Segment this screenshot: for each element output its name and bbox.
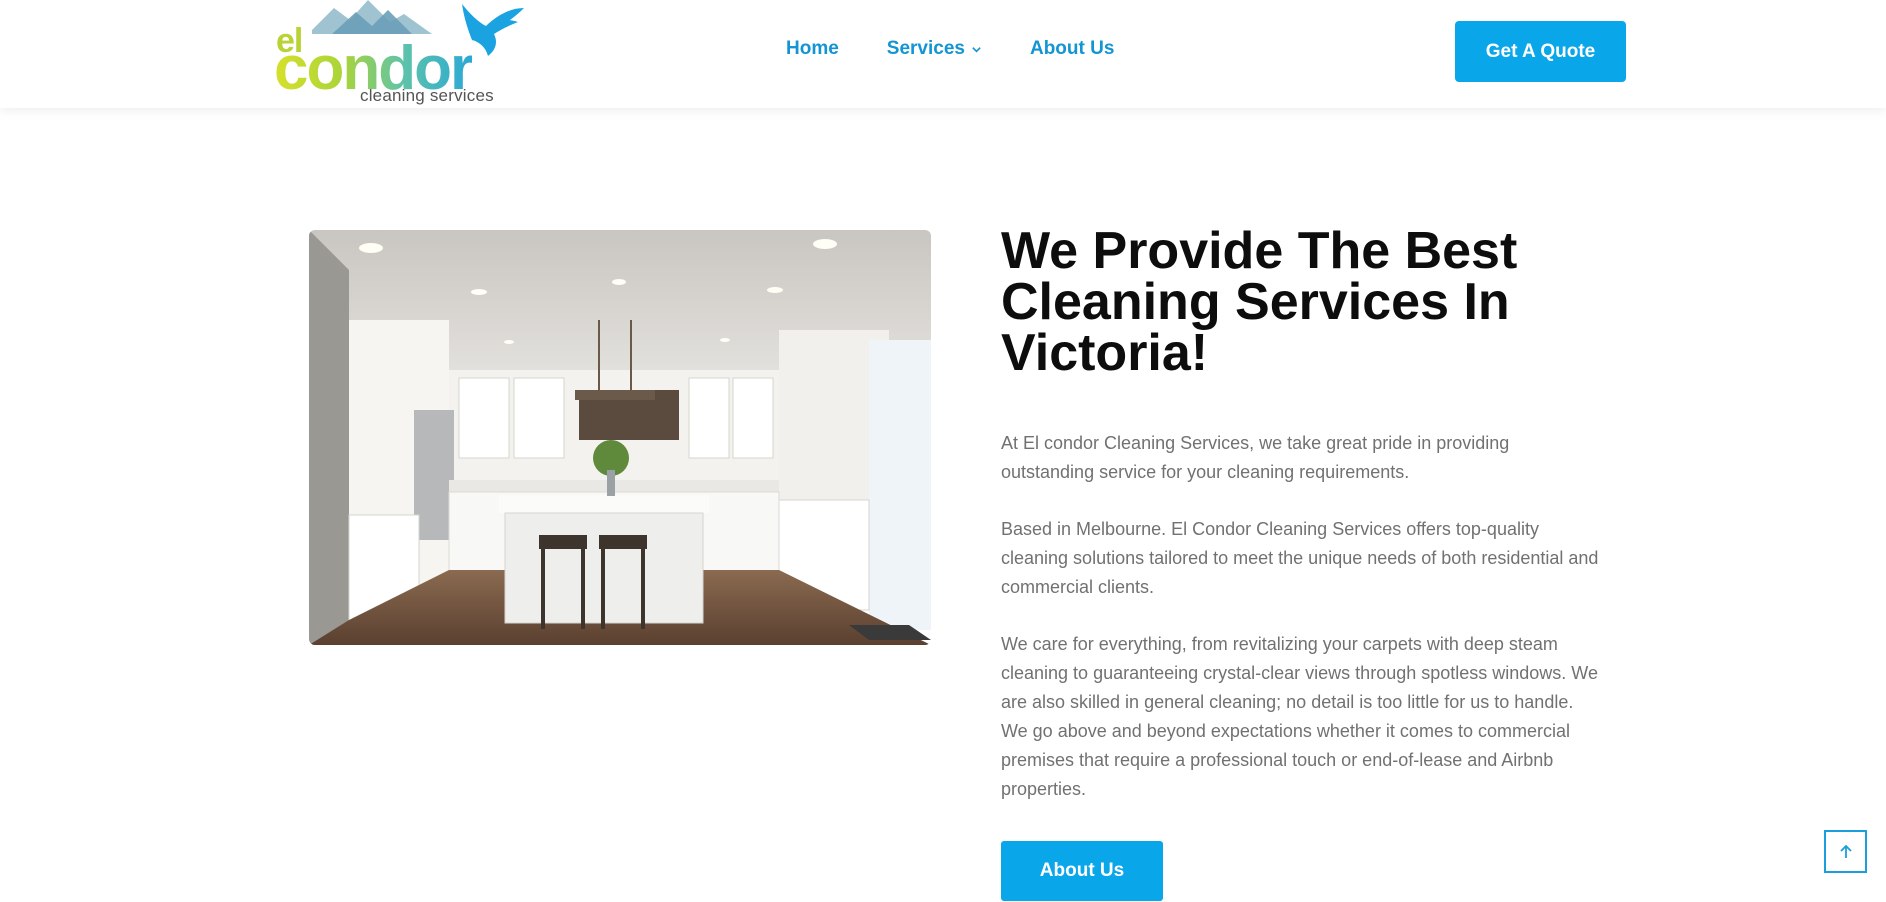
logo-tagline: cleaning services: [360, 86, 494, 105]
kitchen-photo: [309, 230, 931, 645]
intro-paragraph-3: We care for everything, from revitalizin…: [1001, 634, 1598, 799]
nav-home-label: Home: [786, 38, 839, 59]
site-logo[interactable]: el condor cleaning services: [272, 0, 542, 108]
kitchen-image: [309, 230, 931, 645]
intro-section: We Provide The Best Cleaning Services In…: [1001, 222, 1601, 804]
about-us-button[interactable]: About Us: [1001, 841, 1163, 901]
intro-paragraph-1: At El condor Cleaning Services, we take …: [1001, 433, 1510, 482]
chevron-down-icon: [972, 46, 981, 53]
nav-home[interactable]: Home: [786, 38, 839, 60]
nav-about-label: About Us: [1029, 38, 1115, 59]
nav-services[interactable]: Services: [887, 38, 982, 60]
intro-paragraph-2: Based in Melbourne. El Condor Cleaning S…: [1001, 519, 1599, 597]
section-heading: We Provide The Best Cleaning Services In…: [1001, 222, 1518, 382]
about-us-button-label: About Us: [1039, 860, 1125, 881]
back-to-top-button[interactable]: [1824, 830, 1867, 873]
nav-services-label: Services: [886, 38, 965, 59]
arrow-up-icon: [1839, 844, 1852, 858]
nav-about[interactable]: About Us: [1030, 38, 1114, 60]
site-header: el condor cleaning services Home Service…: [0, 0, 1886, 108]
get-a-quote-button[interactable]: Get A Quote: [1455, 21, 1626, 82]
main-nav: Home Services About Us: [786, 38, 1114, 60]
get-a-quote-label: Get A Quote: [1485, 40, 1596, 62]
